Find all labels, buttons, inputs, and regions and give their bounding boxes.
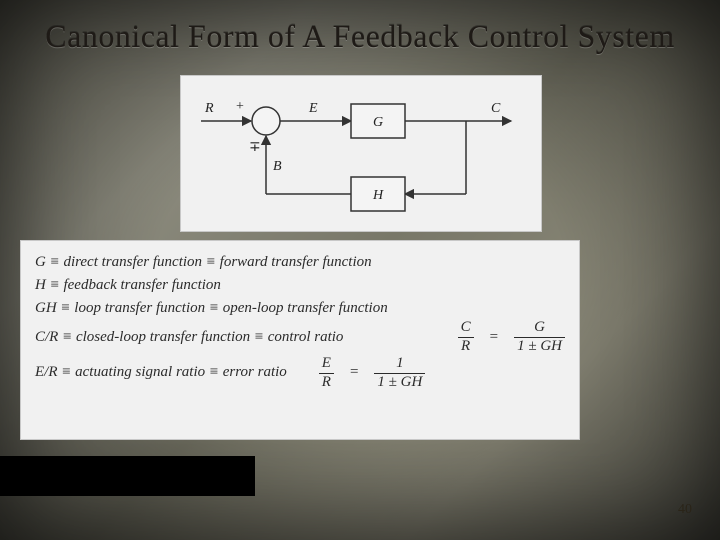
- def-cr-text: C/R ≡ closed-loop transfer function ≡ co…: [35, 327, 343, 349]
- def-gh: GH ≡ loop transfer function ≡ open-loop …: [35, 298, 565, 320]
- label-r: R: [204, 101, 214, 116]
- label-e: E: [308, 101, 318, 116]
- redaction-bar: [0, 456, 255, 496]
- label-plus: +: [236, 99, 244, 114]
- label-c: C: [491, 101, 501, 116]
- def-g: G ≡ direct transfer function ≡ forward t…: [35, 252, 565, 274]
- def-h: H ≡ feedback transfer function: [35, 275, 565, 297]
- slide-title: Canonical Form of A Feedback Control Sys…: [0, 18, 720, 55]
- label-b: B: [273, 159, 282, 174]
- def-er-text: E/R ≡ actuating signal ratio ≡ error rat…: [35, 362, 287, 384]
- block-diagram-svg: R + ∓ E G C H B: [181, 76, 541, 231]
- eq2-rhs: 1 1 ± GH: [374, 356, 425, 391]
- eq2-lhs: E R: [319, 356, 334, 391]
- def-er-row: E/R ≡ actuating signal ratio ≡ error rat…: [35, 356, 565, 391]
- summing-junction: [252, 107, 280, 135]
- block-diagram: R + ∓ E G C H B: [180, 75, 542, 232]
- slide: Canonical Form of A Feedback Control Sys…: [0, 0, 720, 540]
- label-g: G: [373, 115, 383, 130]
- page-number: 40: [678, 502, 692, 518]
- def-cr-row: C/R ≡ closed-loop transfer function ≡ co…: [35, 320, 565, 355]
- definitions-panel: G ≡ direct transfer function ≡ forward t…: [20, 240, 580, 440]
- label-minus: ∓: [249, 140, 261, 155]
- label-h: H: [372, 188, 384, 203]
- eq1-lhs: C R: [458, 320, 474, 355]
- eq1-rhs: G 1 ± GH: [514, 320, 565, 355]
